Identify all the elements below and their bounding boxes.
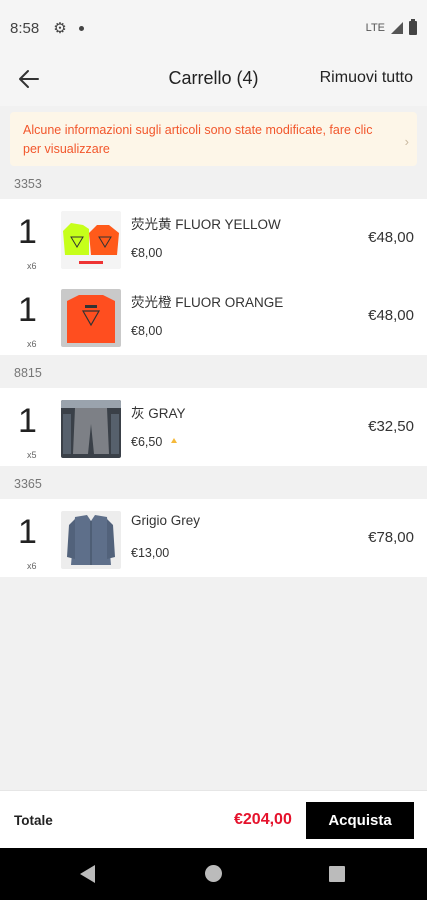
group-label: 3353 [14, 177, 42, 191]
nav-recents-icon[interactable] [329, 866, 345, 882]
cart-item[interactable]: 1 x5 灰 GRAY €6,50 €32,50 [0, 388, 427, 466]
item-quantity[interactable]: 1 [18, 513, 37, 552]
product-name: 荧光橙 FLUOR ORANGE [131, 295, 284, 310]
status-icons: LTE [365, 19, 417, 35]
system-nav-bar [0, 848, 427, 900]
signal-icon [391, 22, 403, 34]
buy-button[interactable]: Acquista [306, 802, 414, 839]
item-quantity[interactable]: 1 [18, 402, 37, 441]
gear-icon: ⚙ [53, 20, 67, 37]
app-bar: Carrello (4) Rimuovi tutto [0, 56, 427, 106]
item-multiplier: x6 [27, 261, 37, 271]
total-value: €204,00 [234, 811, 292, 828]
product-name: 荧光黄 FLUOR YELLOW [131, 217, 281, 232]
unit-price: €8,00 [131, 246, 163, 260]
nav-back-icon[interactable] [80, 865, 95, 883]
cart-item[interactable]: 1 x6 Grigio Grey €13,00 €78,00 [0, 499, 427, 577]
item-price: €78,00 [368, 529, 414, 546]
item-quantity[interactable]: 1 [18, 213, 37, 252]
status-time: 8:58 [10, 19, 40, 37]
chevron-right-icon: › [404, 134, 409, 149]
product-image[interactable] [61, 511, 121, 569]
group-label: 8815 [14, 366, 42, 380]
cart-item[interactable]: 1 x6 荧光橙 FLUOR ORANGE €8,00 €48,00 [0, 277, 427, 355]
product-name: Grigio Grey [131, 513, 201, 528]
unit-price: €6,50 [131, 435, 163, 449]
product-image[interactable] [61, 289, 121, 347]
remove-all-button[interactable]: Rimuovi tutto [320, 69, 413, 87]
cart-item[interactable]: 1 x6 荧光黄 FLUOR YELLOW €8,00 €48,00 [0, 199, 427, 277]
unit-price: €13,00 [131, 546, 170, 560]
item-quantity[interactable]: 1 [18, 291, 37, 330]
network-type: LTE [365, 22, 385, 34]
notice-text: Alcune informazioni sugli articoli sono … [23, 123, 373, 156]
price-increase-icon [171, 438, 177, 443]
item-multiplier: x5 [27, 450, 37, 460]
item-multiplier: x6 [27, 339, 37, 349]
nav-home-icon[interactable] [205, 865, 222, 882]
product-image[interactable] [61, 400, 121, 458]
items-modified-notice[interactable]: Alcune informazioni sugli articoli sono … [10, 112, 417, 166]
item-price: €48,00 [368, 229, 414, 246]
group-label: 3365 [14, 477, 42, 491]
checkout-footer: Totale €204,00 Acquista [0, 790, 427, 848]
notification-dot-icon [78, 25, 84, 31]
product-image[interactable] [61, 211, 121, 269]
product-name: 灰 GRAY [131, 406, 186, 421]
total-label: Totale [14, 813, 53, 828]
item-price: €32,50 [368, 418, 414, 435]
unit-price: €8,00 [131, 324, 163, 338]
item-multiplier: x6 [27, 561, 37, 571]
battery-icon [409, 19, 417, 35]
status-bar: 8:58 ⚙ LTE [0, 0, 427, 56]
item-price: €48,00 [368, 307, 414, 324]
